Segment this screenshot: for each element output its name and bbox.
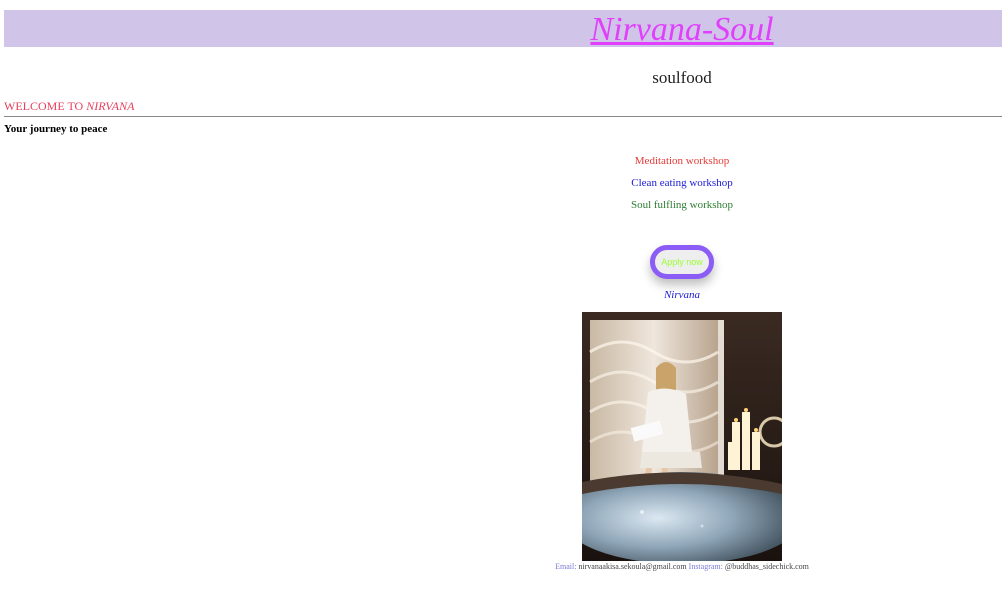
welcome-text: WELCOME TO NIRVANA bbox=[4, 99, 134, 114]
tagline: soulfood bbox=[652, 68, 712, 87]
workshop-link-soul[interactable]: Soul fulfling workshop bbox=[0, 199, 1002, 211]
instagram-label: Instagram: bbox=[688, 562, 723, 571]
page: Nirvana-Soul soulfood WELCOME TO NIRVANA… bbox=[0, 0, 1002, 597]
workshop-link-clean-eating[interactable]: Clean eating workshop bbox=[0, 177, 1002, 189]
intro-heading: Your journey to peace bbox=[4, 123, 108, 135]
contact-footer: Email: nirvanaakisa.sekoula@gmail.com In… bbox=[0, 562, 1002, 571]
email-value[interactable]: nirvanaakisa.sekoula@gmail.com bbox=[578, 562, 686, 571]
divider bbox=[4, 116, 1002, 117]
welcome-prefix: WELCOME TO bbox=[4, 99, 87, 113]
welcome-brand: NIRVANA bbox=[86, 99, 135, 113]
feature-caption: Nirvana bbox=[663, 289, 701, 301]
workshop-link-meditation[interactable]: Meditation workshop bbox=[0, 155, 1002, 167]
spa-photo bbox=[582, 312, 782, 561]
apply-now-button[interactable]: Apply now bbox=[650, 245, 714, 279]
instagram-value[interactable]: @buddhas_sidechick.com bbox=[725, 562, 809, 571]
spa-photo-illustration bbox=[582, 312, 782, 561]
email-label: Email: bbox=[555, 562, 577, 571]
site-title-link[interactable]: Nirvana-Soul bbox=[0, 12, 1002, 48]
